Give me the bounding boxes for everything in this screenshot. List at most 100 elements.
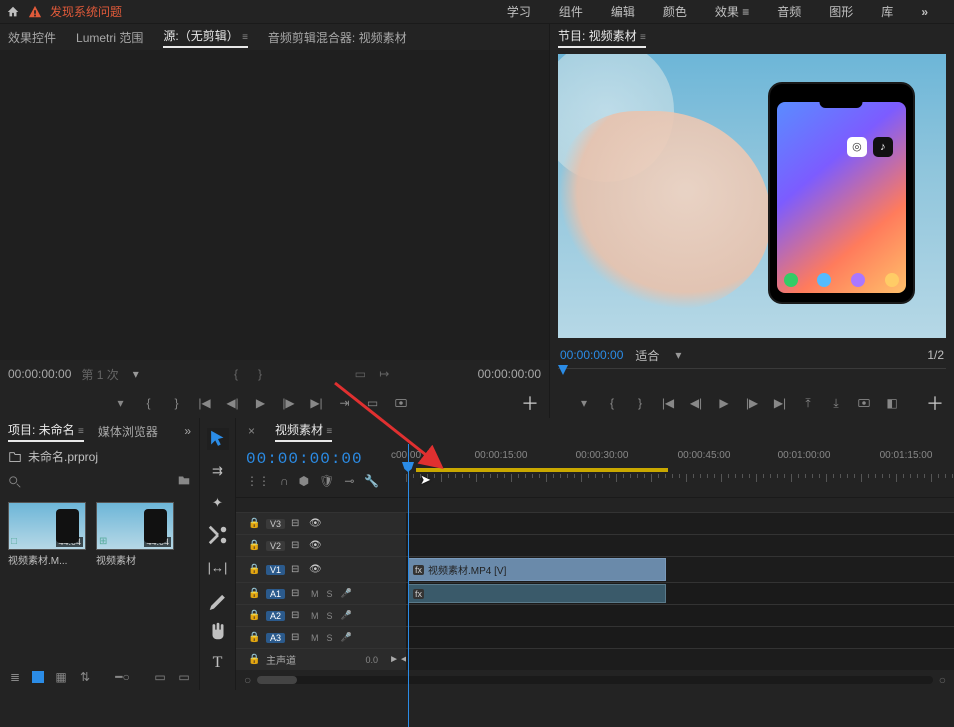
track-header-a1[interactable]: 🔒 A1 ⊟ M S 🎤 <box>236 582 406 604</box>
type-tool[interactable]: T <box>207 652 229 674</box>
source-timecode-in[interactable]: 00:00:00:00 <box>8 367 71 381</box>
lock-icon[interactable]: 🔒 <box>248 540 260 551</box>
zoom-in-icon[interactable]: ○ <box>939 673 946 687</box>
lock-icon[interactable]: 🔒 <box>248 610 260 621</box>
tab-more[interactable]: » <box>184 424 191 438</box>
solo-button[interactable]: S <box>327 611 333 621</box>
selection-tool[interactable] <box>207 428 229 450</box>
go-to-out-icon[interactable]: ▶| <box>773 396 787 410</box>
lock-icon[interactable]: 🔒 <box>248 654 260 665</box>
sync-lock-icon[interactable]: ⊟ <box>291 632 303 643</box>
warning-icon[interactable] <box>28 5 42 19</box>
linked-selection-icon[interactable]: ∩ <box>280 474 289 488</box>
menu-item-assembly[interactable]: 组件 <box>559 3 583 20</box>
eye-icon[interactable]: 👁 <box>309 564 322 575</box>
track-lane-v1[interactable]: fx 视频素材.MP4 [V] <box>406 556 954 582</box>
menu-item-learn[interactable]: 学习 <box>507 3 531 20</box>
mark-out-icon[interactable]: } <box>170 396 184 410</box>
tab-sequence[interactable]: 视频素材 ≡ <box>275 421 332 442</box>
tab-project[interactable]: 项目: 未命名 ≡ <box>8 421 84 442</box>
step-back-icon[interactable]: ◀| <box>226 396 240 410</box>
voice-over-icon[interactable]: 🎤 <box>341 610 352 621</box>
timeline-scrollbar[interactable] <box>257 676 933 684</box>
menu-item-audio[interactable]: 音频 <box>777 3 801 20</box>
track-lane-v2[interactable] <box>406 534 954 556</box>
eye-icon[interactable]: 👁 <box>309 518 322 529</box>
tab-effect-controls[interactable]: 效果控件 <box>8 29 56 46</box>
track-label[interactable]: A2 <box>266 611 285 621</box>
playhead-line[interactable] <box>408 444 409 727</box>
export-frame-icon[interactable] <box>394 396 408 410</box>
mute-button[interactable]: M <box>311 611 319 621</box>
mark-in-icon[interactable]: { <box>605 396 619 410</box>
project-item[interactable]: ⊞ 44:04 视频素材 <box>96 502 174 567</box>
mark-in-icon[interactable]: { <box>142 396 156 410</box>
settings-icon[interactable]: 🔧 <box>364 474 379 488</box>
project-item[interactable]: □ 44:04 视频素材.M... <box>8 502 86 567</box>
work-area-bar[interactable] <box>416 468 668 472</box>
menu-item-effects[interactable]: 效果 ≡ <box>715 3 749 20</box>
step-icon[interactable]: ↦ <box>377 367 391 381</box>
source-take-dropdown[interactable]: 第 1 次 <box>81 366 118 383</box>
program-mini-timeline[interactable] <box>558 368 946 384</box>
video-clip[interactable]: fx 视频素材.MP4 [V] <box>408 558 666 581</box>
mark-out-icon[interactable]: } <box>633 396 647 410</box>
sync-lock-icon[interactable]: ⊟ <box>291 540 303 551</box>
icon-view-icon[interactable] <box>32 671 44 683</box>
insert-icon[interactable]: ⇥ <box>338 396 352 410</box>
freeform-view-icon[interactable]: ▦ <box>54 670 68 684</box>
tab-lumetri-scopes[interactable]: Lumetri 范围 <box>76 29 143 46</box>
bracket-out-icon[interactable]: } <box>253 367 267 381</box>
zoom-slider-icon[interactable]: ━○ <box>116 670 130 684</box>
program-monitor-viewport[interactable]: ◎ ♪ <box>558 54 946 338</box>
source-timecode-out[interactable]: 00:00:00:00 <box>478 367 541 381</box>
track-lane-a3[interactable] <box>406 626 954 648</box>
menu-item-color[interactable]: 颜色 <box>663 3 687 20</box>
step-forward-icon[interactable]: |▶ <box>282 396 296 410</box>
go-to-in-icon[interactable]: |◀ <box>661 396 675 410</box>
lock-icon[interactable]: 🔒 <box>248 632 260 643</box>
track-label[interactable]: V2 <box>266 541 285 551</box>
chevron-down-icon[interactable]: ▾ <box>129 367 143 381</box>
play-icon[interactable]: ▶ <box>717 396 731 410</box>
track-lane-v3[interactable] <box>406 512 954 534</box>
mini-playhead-icon[interactable] <box>558 365 568 375</box>
go-to-out-icon[interactable]: ▶| <box>310 396 324 410</box>
extract-icon[interactable]: ⤓ <box>829 396 843 410</box>
eye-icon[interactable]: 👁 <box>309 540 322 551</box>
tab-media-browser[interactable]: 媒体浏览器 <box>98 423 158 440</box>
button-editor-icon[interactable]: ＋ <box>928 396 942 410</box>
close-icon[interactable]: × <box>248 424 255 438</box>
add-marker-icon[interactable]: ▾ <box>114 396 128 410</box>
add-marker-icon[interactable]: ▾ <box>577 396 591 410</box>
menu-item-libraries[interactable]: 库 <box>881 3 893 20</box>
track-lane-a1[interactable]: fx <box>406 582 954 604</box>
track-header-v1[interactable]: 🔒 V1 ⊟ 👁 <box>236 556 406 582</box>
lock-icon[interactable]: 🔒 <box>248 564 260 575</box>
track-label[interactable]: V3 <box>266 519 285 529</box>
tab-program[interactable]: 节目: 视频素材 ≡ <box>558 27 646 48</box>
track-lane-master[interactable] <box>406 648 954 670</box>
track-header-a3[interactable]: 🔒 A3 ⊟ M S 🎤 <box>236 626 406 648</box>
voice-over-icon[interactable]: 🎤 <box>341 632 352 643</box>
tab-audio-clip-mixer[interactable]: 音频剪辑混合器: 视频素材 <box>268 29 407 46</box>
step-forward-icon[interactable]: |▶ <box>745 396 759 410</box>
audio-clip[interactable]: fx <box>408 584 666 603</box>
track-lane-a2[interactable] <box>406 604 954 626</box>
track-label[interactable]: A1 <box>266 589 285 599</box>
track-header-a2[interactable]: 🔒 A2 ⊟ M S 🎤 <box>236 604 406 626</box>
voice-over-icon[interactable]: 🎤 <box>341 588 352 599</box>
mute-button[interactable]: M <box>311 589 319 599</box>
menu-more-icon[interactable]: » <box>921 5 928 19</box>
overwrite-icon[interactable]: ▭ <box>366 396 380 410</box>
master-db-value[interactable]: 0.0 <box>365 655 378 665</box>
track-header-master[interactable]: 🔒 主声道 0.0 ►◄ <box>236 648 406 670</box>
timeline-ruler[interactable]: c00:0000:00:15:0000:00:30:0000:00:45:000… <box>406 444 954 497</box>
list-view-icon[interactable]: ≣ <box>8 670 22 684</box>
filter-bin-icon[interactable] <box>177 473 191 490</box>
zoom-out-icon[interactable]: ○ <box>244 673 251 687</box>
scrollbar-thumb[interactable] <box>257 676 297 684</box>
sync-lock-icon[interactable]: ⊟ <box>291 610 303 621</box>
comparison-view-icon[interactable]: ◧ <box>885 396 899 410</box>
track-label[interactable]: A3 <box>266 633 285 643</box>
